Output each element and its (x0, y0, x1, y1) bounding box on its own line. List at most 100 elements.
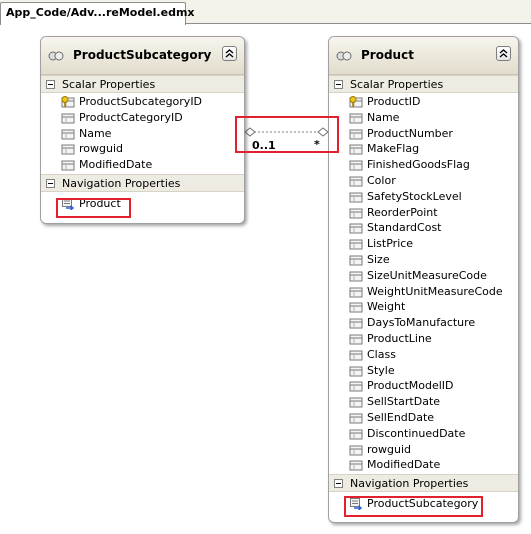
property-name: Name (367, 110, 400, 124)
section-label: Navigation Properties (350, 477, 469, 491)
scalar-properties-header[interactable]: Scalar Properties (41, 75, 244, 93)
scalar-property-item[interactable]: StandardCost (329, 220, 518, 236)
scalar-property-item[interactable]: ProductModelID (329, 378, 518, 394)
scalar-property-item[interactable]: ProductNumber (329, 126, 518, 142)
callout-association (235, 116, 339, 153)
scalar-property-icon (349, 208, 363, 219)
property-name: Weight (367, 300, 406, 314)
property-name: FinishedGoodsFlag (367, 158, 470, 172)
property-name: DaysToManufacture (367, 316, 476, 330)
entity-type-icon (336, 51, 352, 61)
property-name: WeightUnitMeasureCode (367, 284, 503, 298)
entity-title: Product (361, 48, 414, 62)
document-tab-strip: App_Code/Adv...reModel.edmx (0, 0, 531, 25)
scalar-property-icon (61, 144, 75, 155)
navigation-property-name: Product (79, 196, 121, 210)
scalar-property-item[interactable]: ProductSubcategoryID (41, 94, 244, 110)
scalar-property-item[interactable]: DaysToManufacture (329, 315, 518, 331)
scalar-property-item[interactable]: ReorderPoint (329, 205, 518, 221)
scalar-property-item[interactable]: DiscontinuedDate (329, 426, 518, 442)
property-name: SizeUnitMeasureCode (367, 268, 487, 282)
section-label: Scalar Properties (62, 78, 156, 91)
navigation-property-icon (62, 197, 75, 210)
document-tab[interactable]: App_Code/Adv...reModel.edmx (0, 2, 195, 25)
scalar-property-icon (349, 318, 363, 329)
property-name: ProductModelID (367, 379, 454, 393)
navigation-property-name: ProductSubcategory (367, 497, 479, 511)
scalar-property-icon (349, 113, 363, 124)
scalar-property-icon (349, 160, 363, 171)
collapse-toggle-icon[interactable] (334, 80, 343, 89)
scalar-property-item[interactable]: WeightUnitMeasureCode (329, 284, 518, 300)
entity-type-icon (48, 51, 64, 61)
scalar-property-item[interactable]: Weight (329, 299, 518, 315)
property-name: Name (79, 126, 112, 140)
entity-productsubcategory[interactable]: ProductSubcategory Scalar Properties Pro… (40, 36, 245, 224)
double-chevron-up-icon[interactable] (222, 46, 237, 61)
scalar-property-icon (349, 223, 363, 234)
scalar-property-item[interactable]: rowguid (329, 442, 518, 458)
property-name: DiscontinuedDate (367, 426, 466, 440)
scalar-property-item[interactable]: Class (329, 347, 518, 363)
navigation-property-list: Product (41, 192, 244, 217)
property-name: SellEndDate (367, 410, 435, 424)
property-name: ProductID (367, 95, 421, 108)
scalar-property-icon (349, 302, 363, 313)
navigation-property-item[interactable]: ProductSubcategory (329, 495, 518, 513)
scalar-property-icon (61, 160, 75, 171)
collapse-toggle-icon[interactable] (46, 80, 55, 89)
scalar-property-icon (349, 413, 363, 424)
scalar-property-item[interactable]: rowguid (41, 141, 244, 157)
navigation-property-icon (350, 498, 363, 511)
scalar-property-icon (349, 334, 363, 345)
double-chevron-up-icon[interactable] (496, 46, 511, 61)
scalar-property-item[interactable]: Size (329, 252, 518, 268)
scalar-property-icon (349, 366, 363, 377)
collapse-toggle-icon[interactable] (334, 479, 343, 489)
entity-header[interactable]: Product (329, 37, 518, 75)
scalar-property-icon (349, 144, 363, 155)
scalar-property-item[interactable]: MakeFlag (329, 141, 518, 157)
property-name: ProductLine (367, 331, 432, 345)
scalar-property-item[interactable]: SellEndDate (329, 410, 518, 426)
scalar-property-icon (349, 445, 363, 456)
scalar-properties-header[interactable]: Scalar Properties (329, 75, 518, 93)
property-name: rowguid (79, 142, 123, 156)
scalar-property-item[interactable]: SafetyStockLevel (329, 189, 518, 205)
property-name: ListPrice (367, 237, 414, 251)
scalar-property-item[interactable]: ProductLine (329, 331, 518, 347)
scalar-property-item[interactable]: Name (41, 126, 244, 142)
scalar-property-item[interactable]: Name (329, 110, 518, 126)
entity-product[interactable]: Product Scalar Properties ProductID Name P… (328, 36, 519, 523)
association-end-right (317, 127, 329, 137)
scalar-property-item[interactable]: ProductID (329, 94, 518, 110)
scalar-property-item[interactable]: Color (329, 173, 518, 189)
scalar-property-icon (61, 129, 75, 140)
entity-title: ProductSubcategory (73, 48, 212, 62)
scalar-property-item[interactable]: ListPrice (329, 236, 518, 252)
scalar-property-item[interactable]: SizeUnitMeasureCode (329, 268, 518, 284)
scalar-property-item[interactable]: ModifiedDate (41, 157, 244, 173)
scalar-property-icon (61, 113, 75, 124)
scalar-property-item[interactable]: Style (329, 363, 518, 379)
scalar-property-icon (349, 192, 363, 203)
scalar-property-item[interactable]: ProductCategoryID (41, 110, 244, 126)
scalar-property-item[interactable]: FinishedGoodsFlag (329, 157, 518, 173)
scalar-property-item[interactable]: ModifiedDate (329, 457, 518, 473)
scalar-property-icon (349, 429, 363, 440)
property-name: StandardCost (367, 221, 442, 235)
section-label: Scalar Properties (350, 78, 444, 91)
scalar-property-icon (349, 271, 363, 282)
scalar-property-item[interactable]: SellStartDate (329, 394, 518, 410)
section-label: Navigation Properties (62, 176, 181, 190)
entity-header[interactable]: ProductSubcategory (41, 37, 244, 75)
collapse-toggle-icon[interactable] (46, 178, 55, 188)
multiplicity-left: 0..1 (252, 139, 276, 152)
key-property-icon (349, 96, 363, 108)
navigation-properties-header[interactable]: Navigation Properties (329, 474, 518, 493)
navigation-properties-header[interactable]: Navigation Properties (41, 173, 244, 192)
property-name: ProductNumber (367, 126, 453, 140)
property-name: ReorderPoint (367, 205, 438, 219)
scalar-property-icon (349, 397, 363, 408)
navigation-property-item[interactable]: Product (41, 195, 244, 213)
